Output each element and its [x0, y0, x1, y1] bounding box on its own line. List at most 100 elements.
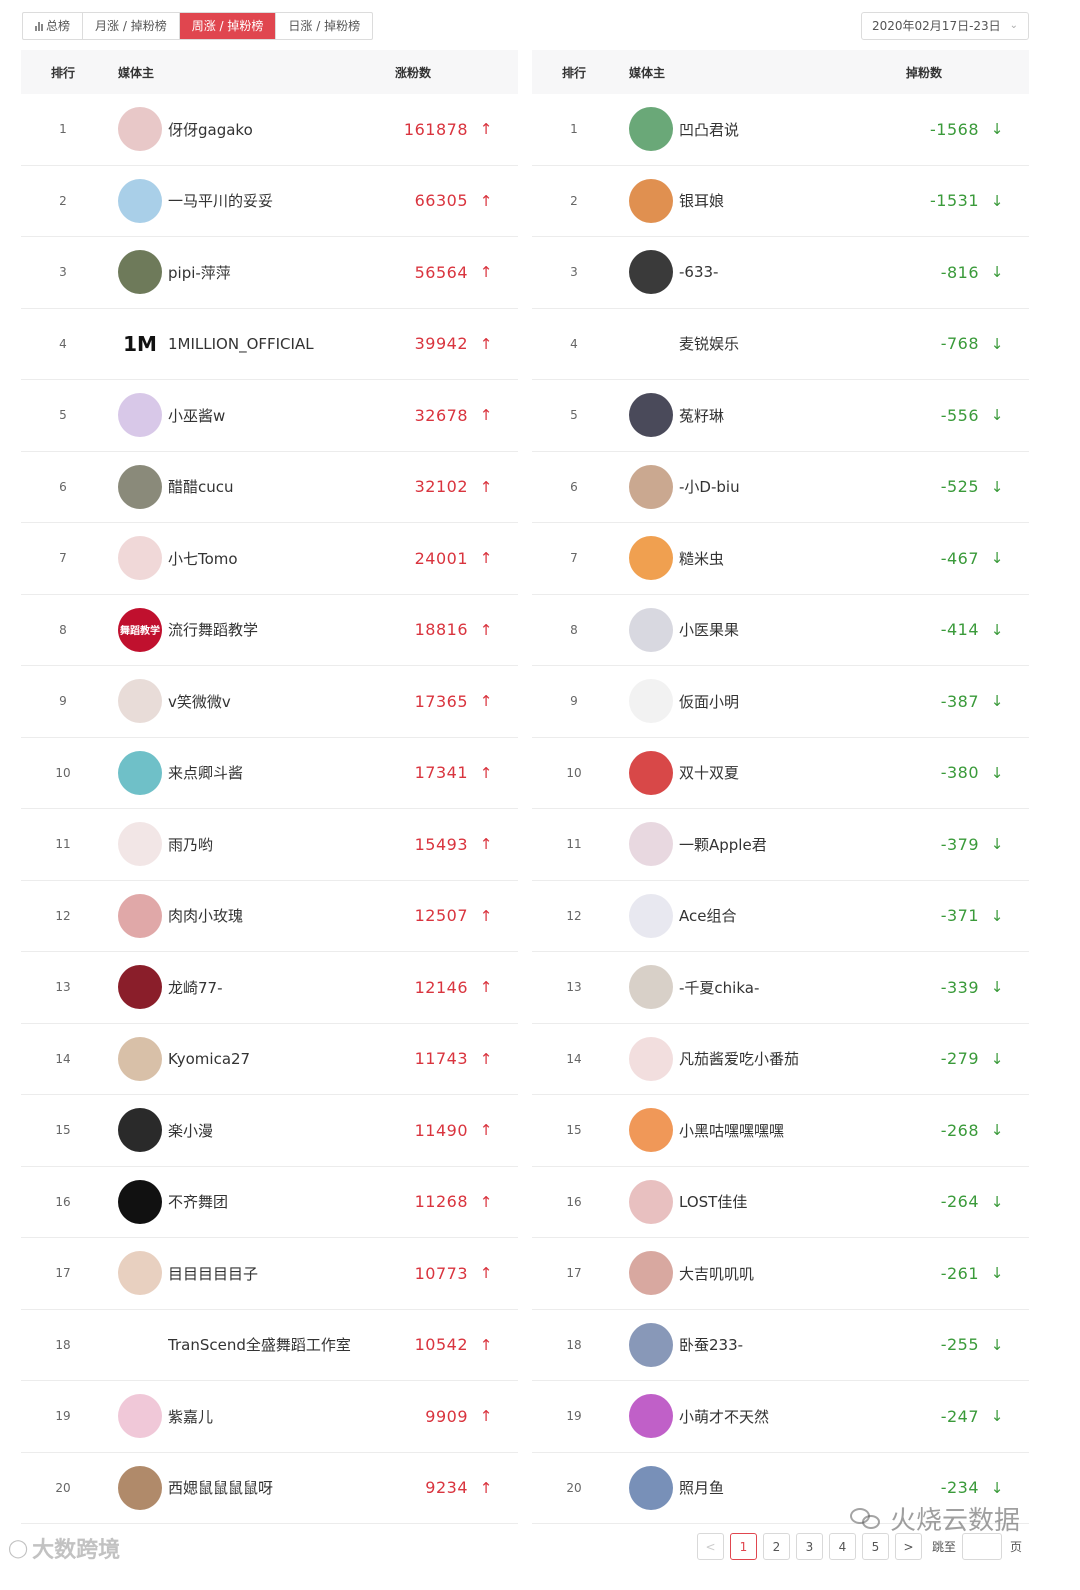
table-row[interactable]: 18 卧蚕233- -255 ↓ — [532, 1310, 1029, 1381]
media-owner-name[interactable]: 凹凸君说 — [679, 119, 889, 140]
media-owner-name[interactable]: pipi-萍萍 — [168, 262, 378, 283]
media-owner-name[interactable]: 雨乃哟 — [168, 834, 378, 855]
table-row[interactable]: 4 1M 1MILLION_OFFICIAL 39942 ↑ — [21, 309, 518, 380]
media-owner-name[interactable]: Kyomica27 — [168, 1050, 378, 1068]
table-row[interactable]: 14 Kyomica27 11743 ↑ — [21, 1024, 518, 1095]
arrow-down-icon: ↓ — [990, 263, 1004, 282]
media-owner-name[interactable]: LOST佳佳 — [679, 1191, 889, 1212]
media-owner-name[interactable]: 小萌才不天然 — [679, 1406, 889, 1427]
arrow-up-icon: ↑ — [479, 406, 493, 425]
table-row[interactable]: 3 -633- -816 ↓ — [532, 237, 1029, 309]
media-owner-name[interactable]: 1MILLION_OFFICIAL — [168, 335, 378, 353]
table-row[interactable]: 16 LOST佳佳 -264 ↓ — [532, 1167, 1029, 1238]
table-row[interactable]: 6 醋醋cucu 32102 ↑ — [21, 452, 518, 523]
media-owner-name[interactable]: 肉肉小玫瑰 — [168, 905, 378, 926]
media-owner-name[interactable]: 小黑咕嘿嘿嘿嘿 — [679, 1120, 889, 1141]
media-owner-name[interactable]: -633- — [679, 263, 889, 281]
page-2-button[interactable]: 2 — [763, 1533, 790, 1560]
media-owner-name[interactable]: 大吉叽叽叽 — [679, 1263, 889, 1284]
table-row[interactable]: 11 雨乃哟 15493 ↑ — [21, 809, 518, 881]
media-owner-name[interactable]: 一马平川的妥妥 — [168, 190, 378, 211]
media-owner-name[interactable]: 西媤鼠鼠鼠鼠呀 — [168, 1477, 378, 1498]
table-row[interactable]: 5 菟籽琳 -556 ↓ — [532, 380, 1029, 452]
row-rank: 16 — [566, 1194, 582, 1209]
media-owner-name[interactable]: 小医果果 — [679, 619, 889, 640]
media-owner-name[interactable]: 凡茄酱爱吃小番茄 — [679, 1048, 889, 1069]
media-owner-name[interactable]: 小七Tomo — [168, 548, 378, 569]
media-owner-name[interactable]: 卧蚕233- — [679, 1334, 889, 1355]
table-row[interactable]: 1 伢伢gagako 161878 ↑ — [21, 94, 518, 166]
table-row[interactable]: 15 小黑咕嘿嘿嘿嘿 -268 ↓ — [532, 1095, 1029, 1167]
table-row[interactable]: 10 双十双夏 -380 ↓ — [532, 738, 1029, 809]
table-row[interactable]: 1 凹凸君说 -1568 ↓ — [532, 94, 1029, 166]
media-owner-name[interactable]: v笑微微v — [168, 691, 378, 712]
table-row[interactable]: 11 一颗Apple君 -379 ↓ — [532, 809, 1029, 881]
tab-daily[interactable]: 日涨 / 掉粉榜 — [276, 13, 372, 39]
table-row[interactable]: 10 来点卿斗酱 17341 ↑ — [21, 738, 518, 809]
media-owner-name[interactable]: 糙米虫 — [679, 548, 889, 569]
table-row[interactable]: 17 目目目目目子 10773 ↑ — [21, 1238, 518, 1310]
tab-monthly[interactable]: 月涨 / 掉粉榜 — [83, 13, 180, 39]
media-owner-name[interactable]: 楽小漫 — [168, 1120, 378, 1141]
table-row[interactable]: 7 小七Tomo 24001 ↑ — [21, 523, 518, 595]
media-owner-name[interactable]: 来点卿斗酱 — [168, 762, 378, 783]
table-row[interactable]: 8 小医果果 -414 ↓ — [532, 595, 1029, 666]
follower-gain-count: 32102 — [414, 477, 468, 497]
watermark-right-text: 火烧云数据 — [890, 1506, 1021, 1536]
jump-page-input[interactable] — [962, 1533, 1003, 1560]
table-row[interactable]: 2 一马平川的妥妥 66305 ↑ — [21, 166, 518, 237]
table-row[interactable]: 16 不齐舞团 11268 ↑ — [21, 1167, 518, 1238]
media-owner-name[interactable]: 麦锐娱乐 — [679, 333, 889, 354]
page-4-button[interactable]: 4 — [829, 1533, 856, 1560]
table-row[interactable]: 12 肉肉小玫瑰 12507 ↑ — [21, 881, 518, 952]
media-owner-name[interactable]: 醋醋cucu — [168, 476, 378, 497]
page-5-button[interactable]: 5 — [862, 1533, 889, 1560]
media-owner-name[interactable]: 照月鱼 — [679, 1477, 889, 1498]
arrow-down-icon: ↓ — [990, 334, 1004, 353]
media-owner-name[interactable]: 紫嘉儿 — [168, 1406, 378, 1427]
prev-page-button[interactable]: < — [697, 1533, 724, 1560]
table-row[interactable]: 2 银耳娘 -1531 ↓ — [532, 166, 1029, 237]
media-owner-name[interactable]: 小巫酱w — [168, 405, 378, 426]
page-3-button[interactable]: 3 — [796, 1533, 823, 1560]
table-row[interactable]: 13 龙崎77- 12146 ↑ — [21, 952, 518, 1024]
media-owner-name[interactable]: 银耳娘 — [679, 190, 889, 211]
media-owner-name[interactable]: -千夏chika- — [679, 977, 889, 998]
media-owner-name[interactable]: 双十双夏 — [679, 762, 889, 783]
row-rank: 19 — [566, 1409, 582, 1424]
date-range-select[interactable]: 2020年02月17日-23日 ⌄ — [861, 12, 1029, 40]
table-row[interactable]: 20 西媤鼠鼠鼠鼠呀 9234 ↑ — [21, 1453, 518, 1524]
media-owner-name[interactable]: 菟籽琳 — [679, 405, 889, 426]
table-row[interactable]: 19 小萌才不天然 -247 ↓ — [532, 1381, 1029, 1453]
table-row[interactable]: 9 v笑微微v 17365 ↑ — [21, 666, 518, 738]
media-owner-name[interactable]: TranScend全盛舞蹈工作室 — [168, 1334, 378, 1355]
table-row[interactable]: 9 仮面小明 -387 ↓ — [532, 666, 1029, 738]
table-row[interactable]: 14 凡茄酱爱吃小番茄 -279 ↓ — [532, 1024, 1029, 1095]
media-owner-name[interactable]: 伢伢gagako — [168, 119, 378, 140]
media-owner-name[interactable]: 仮面小明 — [679, 691, 889, 712]
page-1-button[interactable]: 1 — [730, 1533, 757, 1560]
media-owner-name[interactable]: 目目目目目子 — [168, 1263, 378, 1284]
table-row[interactable]: 17 大吉叽叽叽 -261 ↓ — [532, 1238, 1029, 1310]
table-row[interactable]: 18 TranScend全盛舞蹈工作室 10542 ↑ — [21, 1310, 518, 1381]
table-row[interactable]: 12 Ace组合 -371 ↓ — [532, 881, 1029, 952]
media-owner-name[interactable]: 一颗Apple君 — [679, 834, 889, 855]
table-row[interactable]: 5 小巫酱w 32678 ↑ — [21, 380, 518, 452]
table-row[interactable]: 8 舞蹈教学 流行舞蹈教学 18816 ↑ — [21, 595, 518, 666]
media-owner-name[interactable]: 不齐舞团 — [168, 1191, 378, 1212]
table-row[interactable]: 19 紫嘉儿 9909 ↑ — [21, 1381, 518, 1453]
media-owner-name[interactable]: -小D-biu — [679, 476, 889, 497]
table-row[interactable]: 3 pipi-萍萍 56564 ↑ — [21, 237, 518, 309]
table-row[interactable]: 4 麦锐娱乐 -768 ↓ — [532, 309, 1029, 380]
media-owner-name[interactable]: Ace组合 — [679, 905, 889, 926]
row-rank: 13 — [566, 980, 582, 995]
next-page-button[interactable]: > — [895, 1533, 922, 1560]
table-row[interactable]: 7 糙米虫 -467 ↓ — [532, 523, 1029, 595]
tab-total[interactable]: 总榜 — [23, 13, 84, 39]
media-owner-name[interactable]: 流行舞蹈教学 — [168, 619, 378, 640]
table-row[interactable]: 15 楽小漫 11490 ↑ — [21, 1095, 518, 1167]
media-owner-name[interactable]: 龙崎77- — [168, 977, 378, 998]
tab-weekly[interactable]: 周涨 / 掉粉榜 — [179, 13, 277, 39]
table-row[interactable]: 13 -千夏chika- -339 ↓ — [532, 952, 1029, 1024]
table-row[interactable]: 6 -小D-biu -525 ↓ — [532, 452, 1029, 523]
